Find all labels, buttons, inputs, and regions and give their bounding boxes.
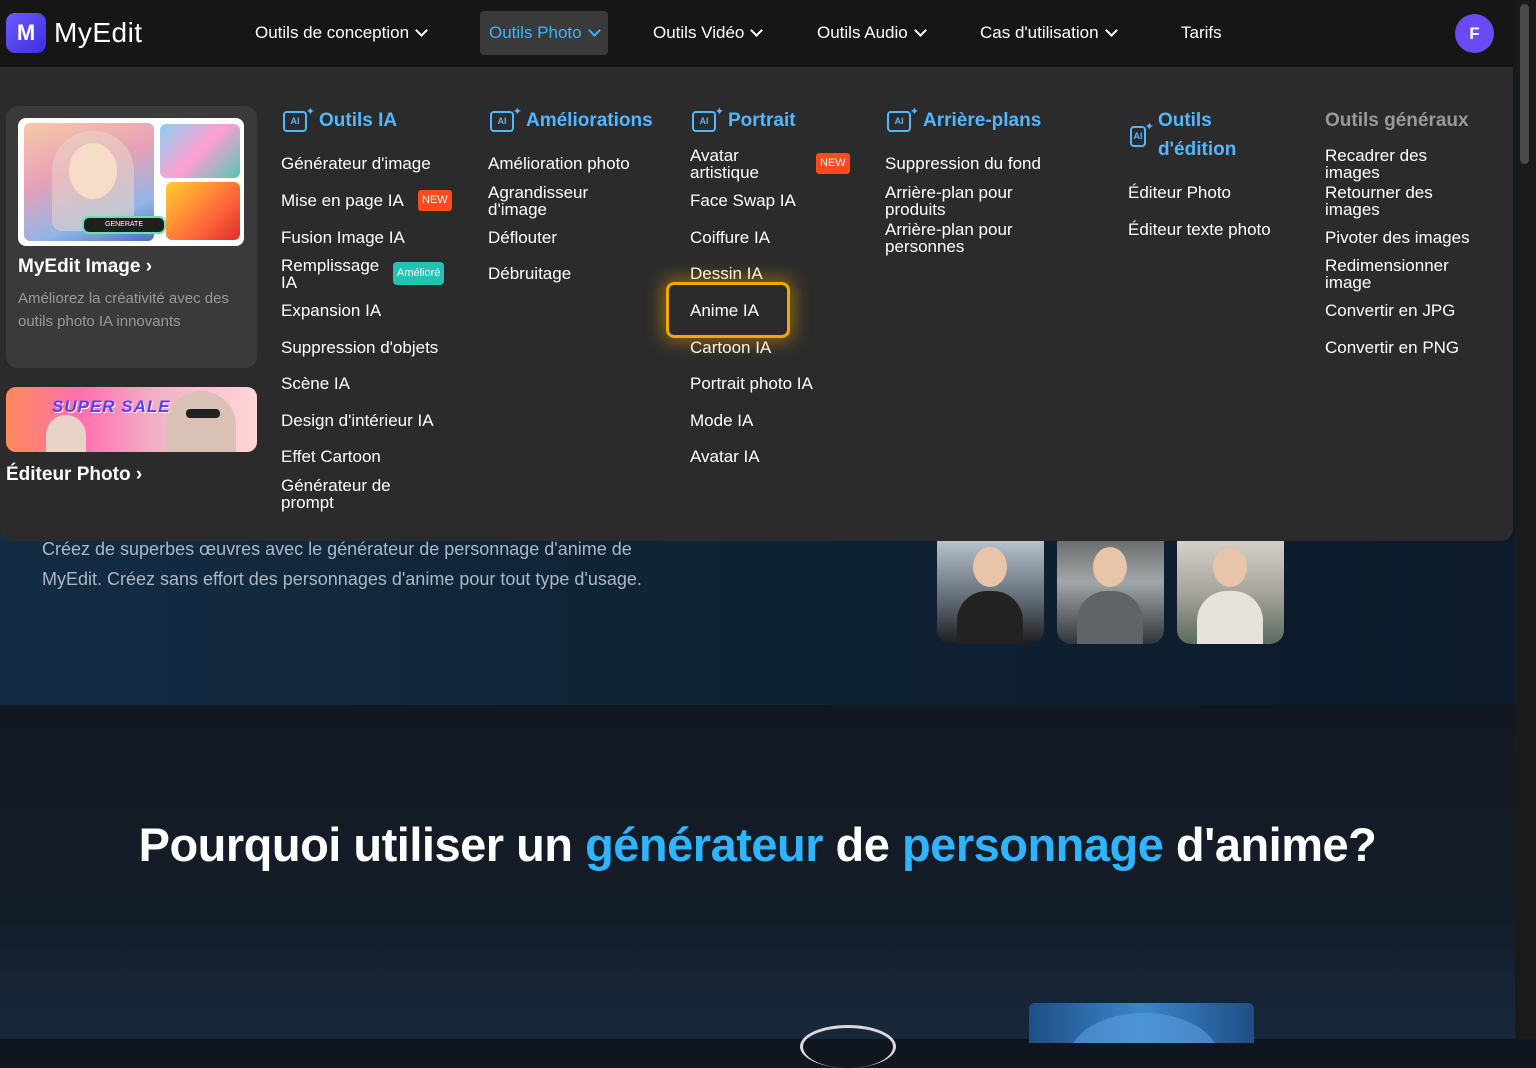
promo-title[interactable]: MyEdit Image › (18, 256, 152, 278)
menu-item-photo-enhance[interactable]: Amélioration photo (488, 155, 630, 172)
menu-item-cartoon-ai[interactable]: Cartoon IA (690, 339, 771, 356)
improved-badge: Amélioré (393, 262, 445, 285)
menu-item-prompt-generator[interactable]: Générateur de prompt (281, 477, 421, 511)
menu-item-avatar-ai[interactable]: Avatar IA (690, 448, 760, 465)
menu-item-unblur[interactable]: Déflouter (488, 229, 557, 246)
menu-item-cartoon-effect[interactable]: Effet Cartoon (281, 448, 381, 465)
logo-icon: M (6, 13, 46, 53)
nav-audio-tools[interactable]: Outils Audio (808, 11, 934, 55)
brand-logo[interactable]: M MyEdit (6, 13, 143, 53)
menu-item-interior-design[interactable]: Design d'intérieur IA (281, 412, 434, 429)
menu-item-crop-images[interactable]: Recadrer des images (1325, 147, 1465, 181)
generate-pill: GENERATE (82, 216, 166, 234)
ai-sparkle-icon: AI (490, 104, 522, 132)
nav-design-tools[interactable]: Outils de conception (246, 11, 435, 55)
menu-item-object-removal[interactable]: Suppression d'objets (281, 339, 438, 356)
menu-item-art-avatar[interactable]: Avatar artistique (690, 147, 800, 181)
menu-item-fashion-ai[interactable]: Mode IA (690, 412, 753, 429)
menu-item-product-background[interactable]: Arrière-plan pour produits (885, 184, 1045, 218)
sample-photo-3[interactable] (1177, 541, 1284, 644)
column-heading-ai-tools: AIOutils IA (283, 104, 397, 135)
menu-item-photo-editor[interactable]: Éditeur Photo (1128, 184, 1231, 201)
chevron-down-icon (415, 24, 428, 37)
menu-item-image-upscaler[interactable]: Agrandisseur d'image (488, 184, 628, 218)
ai-sparkle-icon: AI (887, 104, 919, 132)
section-headline: Pourquoi utiliser un générateur de perso… (138, 818, 1377, 871)
menu-item-convert-png[interactable]: Convertir en PNG (1325, 339, 1459, 356)
column-heading-enhancements: AIAméliorations (490, 104, 653, 135)
chevron-down-icon (750, 24, 764, 37)
menu-item-photo-text-editor[interactable]: Éditeur texte photo (1128, 221, 1271, 238)
nav-photo-tools[interactable]: Outils Photo (480, 11, 608, 55)
promo-card[interactable]: GENERATE MyEdit Image › Améliorez la cré… (6, 106, 257, 368)
menu-item-image-fusion[interactable]: Fusion Image IA (281, 229, 405, 246)
scrollbar-thumb[interactable] (1520, 4, 1529, 164)
column-heading-portrait: AIPortrait (692, 104, 796, 135)
sample-photo-2[interactable] (1057, 541, 1164, 644)
new-badge: NEW (418, 190, 452, 211)
column-heading-backgrounds: AIArrière-plans (887, 104, 1041, 135)
menu-item-image-generator[interactable]: Générateur d'image (281, 155, 431, 172)
menu-item-convert-jpg[interactable]: Convertir en JPG (1325, 302, 1455, 319)
menu-item-ai-scene[interactable]: Scène IA (281, 375, 350, 392)
hero-description: Créez de superbes œuvres avec le générat… (42, 539, 642, 589)
menu-item-ai-expansion[interactable]: Expansion IA (281, 302, 381, 319)
ai-sparkle-icon: AI (1130, 119, 1154, 147)
menu-item-background-removal[interactable]: Suppression du fond (885, 155, 1041, 172)
nav-pricing[interactable]: Tarifs (1172, 11, 1231, 55)
column-heading-editing-tools: AIOutils d'édition (1130, 106, 1240, 164)
menu-item-resize-image[interactable]: Redimensionner image (1325, 257, 1475, 291)
menu-item-ai-fill[interactable]: Remplissage IA (281, 257, 391, 291)
column-heading-general-tools: Outils généraux (1325, 110, 1469, 131)
nav-video-tools[interactable]: Outils Vidéo (644, 11, 770, 55)
sample-photo-1[interactable] (937, 541, 1044, 644)
menu-item-rotate-images[interactable]: Pivoter des images (1325, 229, 1470, 246)
menu-item-denoise[interactable]: Débruitage (488, 265, 571, 282)
decor-arc (800, 1025, 896, 1068)
logo-text: MyEdit (54, 17, 143, 48)
top-navigation: M MyEdit Outils de conception Outils Pho… (0, 0, 1515, 67)
ai-sparkle-icon: AI (283, 104, 315, 132)
menu-item-hairstyle[interactable]: Coiffure IA (690, 229, 770, 246)
ai-sparkle-icon: AI (692, 104, 724, 132)
menu-item-ai-layout[interactable]: Mise en page IA (281, 192, 404, 209)
chevron-down-icon (913, 24, 927, 37)
promo-description: Améliorez la créativité avec des outils … (18, 290, 229, 330)
menu-item-face-swap[interactable]: Face Swap IA (690, 192, 796, 209)
menu-item-flip-images[interactable]: Retourner des images (1325, 184, 1465, 218)
menu-item-ai-drawing[interactable]: Dessin IA (690, 265, 763, 282)
page-scrollbar[interactable] (1515, 0, 1536, 1039)
promo-image: GENERATE (18, 118, 244, 246)
nav-use-cases[interactable]: Cas d'utilisation (971, 11, 1125, 55)
chevron-down-icon (1104, 24, 1118, 37)
sale-text: SUPER SALE (52, 397, 171, 416)
menu-item-people-background[interactable]: Arrière-plan pour personnes (885, 221, 1045, 255)
new-badge: NEW (816, 153, 850, 174)
menu-item-portrait-photo[interactable]: Portrait photo IA (690, 375, 813, 392)
photo-editor-link[interactable]: Éditeur Photo › (6, 464, 142, 486)
super-sale-banner[interactable]: SUPER SALE (6, 387, 257, 452)
highlight-frame (666, 282, 790, 338)
decor-image (1029, 1003, 1254, 1043)
chevron-down-icon (587, 24, 601, 37)
user-avatar[interactable]: F (1455, 14, 1494, 53)
